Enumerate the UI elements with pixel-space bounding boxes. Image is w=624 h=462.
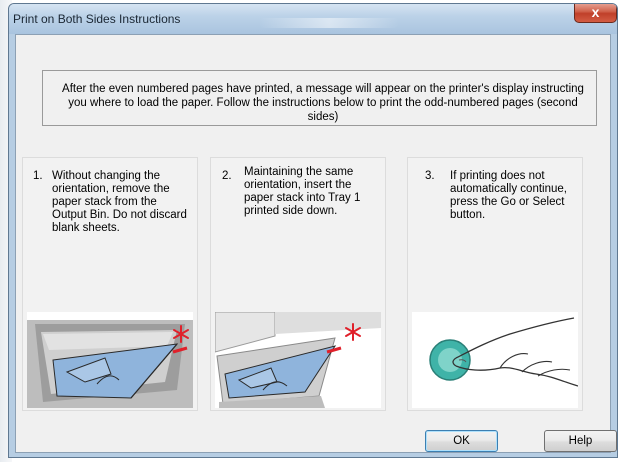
help-button[interactable]: Help: [544, 430, 617, 452]
tray1-paper-illustration: [215, 312, 381, 408]
step-3-text: If printing does not automatically conti…: [450, 170, 567, 221]
tray1-paper-icon: [215, 312, 381, 408]
step-3-panel: 3. If printing does not automatically co…: [407, 157, 583, 411]
step-2-number: 2.: [222, 170, 232, 182]
close-icon: x: [591, 4, 600, 20]
dialog-client-area: After the even numbered pages have print…: [15, 34, 617, 453]
step-1-panel: 1. Without changing the orientation, rem…: [22, 157, 198, 411]
title-bar[interactable]: Print on Both Sides Instructions x: [9, 4, 617, 34]
step-1-text: Without changing the orientation, remove…: [52, 170, 187, 234]
ok-button[interactable]: OK: [425, 430, 498, 452]
intro-panel: After the even numbered pages have print…: [42, 70, 597, 126]
press-button-icon: [412, 312, 578, 408]
intro-text: After the even numbered pages have print…: [62, 83, 584, 123]
output-bin-paper-illustration: [27, 312, 193, 408]
press-button-illustration: [412, 312, 578, 408]
step-3-number: 3.: [425, 170, 435, 182]
help-button-label: Help: [568, 435, 593, 447]
step-2-text: Maintaining the same orientation, insert…: [244, 166, 361, 217]
step-2-panel: 2. Maintaining the same orientation, ins…: [210, 157, 386, 411]
window-title: Print on Both Sides Instructions: [13, 12, 181, 26]
step-1-number: 1.: [33, 170, 43, 182]
ok-button-label: OK: [453, 435, 470, 447]
close-button[interactable]: x: [574, 4, 617, 23]
output-bin-paper-icon: [27, 312, 193, 408]
print-both-sides-dialog: Print on Both Sides Instructions x After…: [8, 3, 618, 458]
